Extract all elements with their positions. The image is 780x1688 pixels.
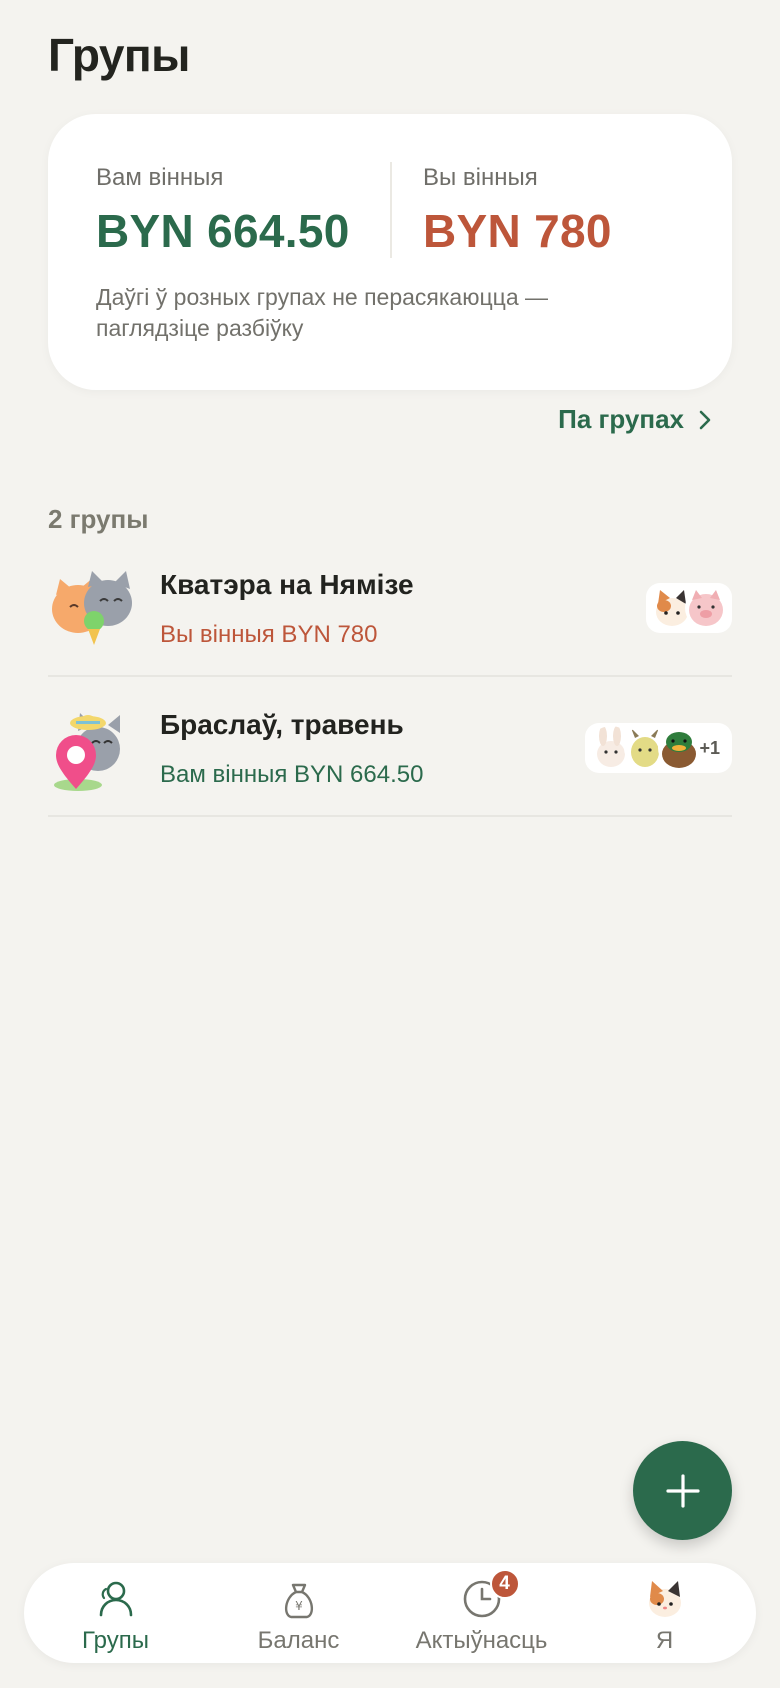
group-balance: Вы вінныя BYN 780 <box>160 621 378 648</box>
group-members <box>646 583 732 633</box>
people-icon <box>99 1581 132 1617</box>
summary-note: Даўгі ў розных групах не перасякаюцца — … <box>96 284 549 341</box>
by-groups-label: Па групах <box>558 404 684 434</box>
bottom-navigation: Групы ¥ Баланс 4 Актыўнасць Я <box>24 1563 756 1663</box>
balance-summary-card: Вам вінныя BYN 664.50 Вы вінныя BYN 780 … <box>48 114 732 390</box>
add-group-button[interactable] <box>633 1441 732 1540</box>
money-bag-icon: ¥ <box>284 1583 313 1619</box>
you-owe-block: Вы вінныя BYN 780 <box>423 164 612 258</box>
by-groups-link[interactable]: Па групах <box>558 404 714 435</box>
page-title: Групы <box>48 29 190 81</box>
group-balance: Вам вінныя BYN 664.50 <box>160 761 424 788</box>
group-row[interactable]: Браслаў, травень Вам вінныя BYN 664.50 +… <box>48 677 732 817</box>
nav-label: Я <box>655 1627 674 1654</box>
owed-to-you-block: Вам вінныя BYN 664.50 <box>96 164 350 258</box>
cat-avatar-icon <box>648 1581 681 1617</box>
nav-item-profile[interactable]: Я <box>573 1563 756 1663</box>
chevron-right-icon <box>699 410 711 429</box>
pink-pig-avatar-icon <box>685 587 727 629</box>
you-owe-amount: BYN 780 <box>423 205 612 257</box>
nav-label: Баланс <box>257 1627 340 1654</box>
you-owe-label: Вы вінныя <box>423 164 538 191</box>
extra-members-count: +1 <box>699 737 720 758</box>
plus-icon <box>665 1473 700 1508</box>
groups-count: 2 групы <box>48 504 149 534</box>
group-name: Кватэра на Нямізе <box>160 569 414 600</box>
svg-text:¥: ¥ <box>295 1599 303 1613</box>
group-name: Браслаў, травень <box>160 709 404 740</box>
cat-location-pin-sticker-icon <box>54 713 120 791</box>
nav-item-activity[interactable]: 4 Актыўнасць <box>390 1563 573 1663</box>
group-row[interactable]: Кватэра на Нямізе Вы вінныя BYN 780 <box>48 537 732 677</box>
owed-to-you-label: Вам вінныя <box>96 164 224 191</box>
cats-hugging-sticker-icon <box>52 571 132 645</box>
nav-label: Актыўнасць <box>415 1627 548 1654</box>
summary-divider <box>390 162 392 258</box>
owed-to-you-amount: BYN 664.50 <box>96 205 350 257</box>
activity-badge: 4 <box>489 1569 520 1599</box>
duck-avatar-icon <box>658 727 701 769</box>
group-members: +1 <box>585 723 732 773</box>
nav-item-balance[interactable]: ¥ Баланс <box>207 1563 390 1663</box>
nav-label: Групы <box>82 1627 149 1654</box>
nav-item-groups[interactable]: Групы <box>24 1563 207 1663</box>
